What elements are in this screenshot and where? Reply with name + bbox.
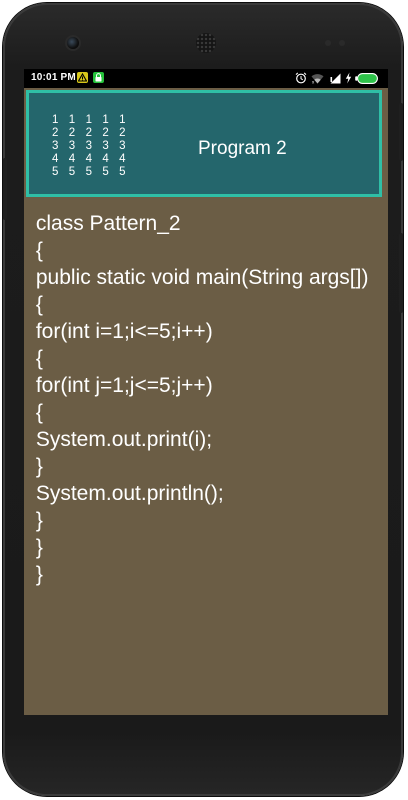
status-bar: 10:01 PM x xyxy=(24,69,388,88)
signal-icon xyxy=(329,73,341,87)
warning-icon xyxy=(77,72,88,83)
code-line: { xyxy=(30,401,43,424)
code-line: { xyxy=(30,239,43,262)
wifi-icon: x xyxy=(311,73,324,87)
proximity-sensor xyxy=(325,40,331,46)
code-line: { xyxy=(30,347,43,370)
status-time: 10:01 PM xyxy=(31,72,76,83)
code-line: System.out.print(i); xyxy=(30,428,213,451)
power-button xyxy=(399,103,403,161)
alarm-icon xyxy=(295,72,307,87)
battery-icon xyxy=(355,73,378,87)
code-line: { xyxy=(30,293,43,316)
pattern-row: 4 4 4 4 4 xyxy=(52,153,130,165)
code-listing: class Pattern_2 { public static void mai… xyxy=(30,210,380,588)
pattern-row: 3 3 3 3 3 xyxy=(52,140,130,152)
number-pattern-preview: 1 1 1 1 1 2 2 2 2 2 3 3 3 3 3 4 4 4 4 4 … xyxy=(52,114,129,179)
light-sensor xyxy=(339,40,345,46)
code-line: for(int j=1;j<=5;j++) xyxy=(30,374,213,397)
pattern-row: 2 2 2 2 2 xyxy=(52,127,130,139)
pattern-row: 5 5 5 5 5 xyxy=(52,166,130,178)
charging-icon xyxy=(345,72,352,87)
svg-text:x: x xyxy=(312,80,315,85)
phone-frame: 10:01 PM x 1 1 1 1 1 2 2 2 2 2 3 3 3 3 3… xyxy=(3,3,403,796)
volume-button xyxy=(399,233,403,313)
screen: 10:01 PM x 1 1 1 1 1 2 2 2 2 2 3 3 3 3 3… xyxy=(24,69,388,715)
earpiece-speaker xyxy=(196,33,216,53)
code-line: for(int i=1;i<=5;i++) xyxy=(30,320,213,343)
code-line: } xyxy=(30,455,43,478)
program-header: 1 1 1 1 1 2 2 2 2 2 3 3 3 3 3 4 4 4 4 4 … xyxy=(26,90,382,197)
code-line: class Pattern_2 xyxy=(30,212,181,235)
side-button-left xyxy=(3,158,7,220)
code-line: System.out.println(); xyxy=(30,482,224,505)
code-line: } xyxy=(30,536,43,559)
pattern-row: 1 1 1 1 1 xyxy=(52,114,130,126)
code-line: public static void main(String args[]) xyxy=(30,266,369,289)
program-title: Program 2 xyxy=(198,138,287,159)
lock-icon xyxy=(93,72,104,83)
code-line: } xyxy=(30,509,43,532)
front-camera xyxy=(67,37,79,49)
code-line: } xyxy=(30,563,43,586)
